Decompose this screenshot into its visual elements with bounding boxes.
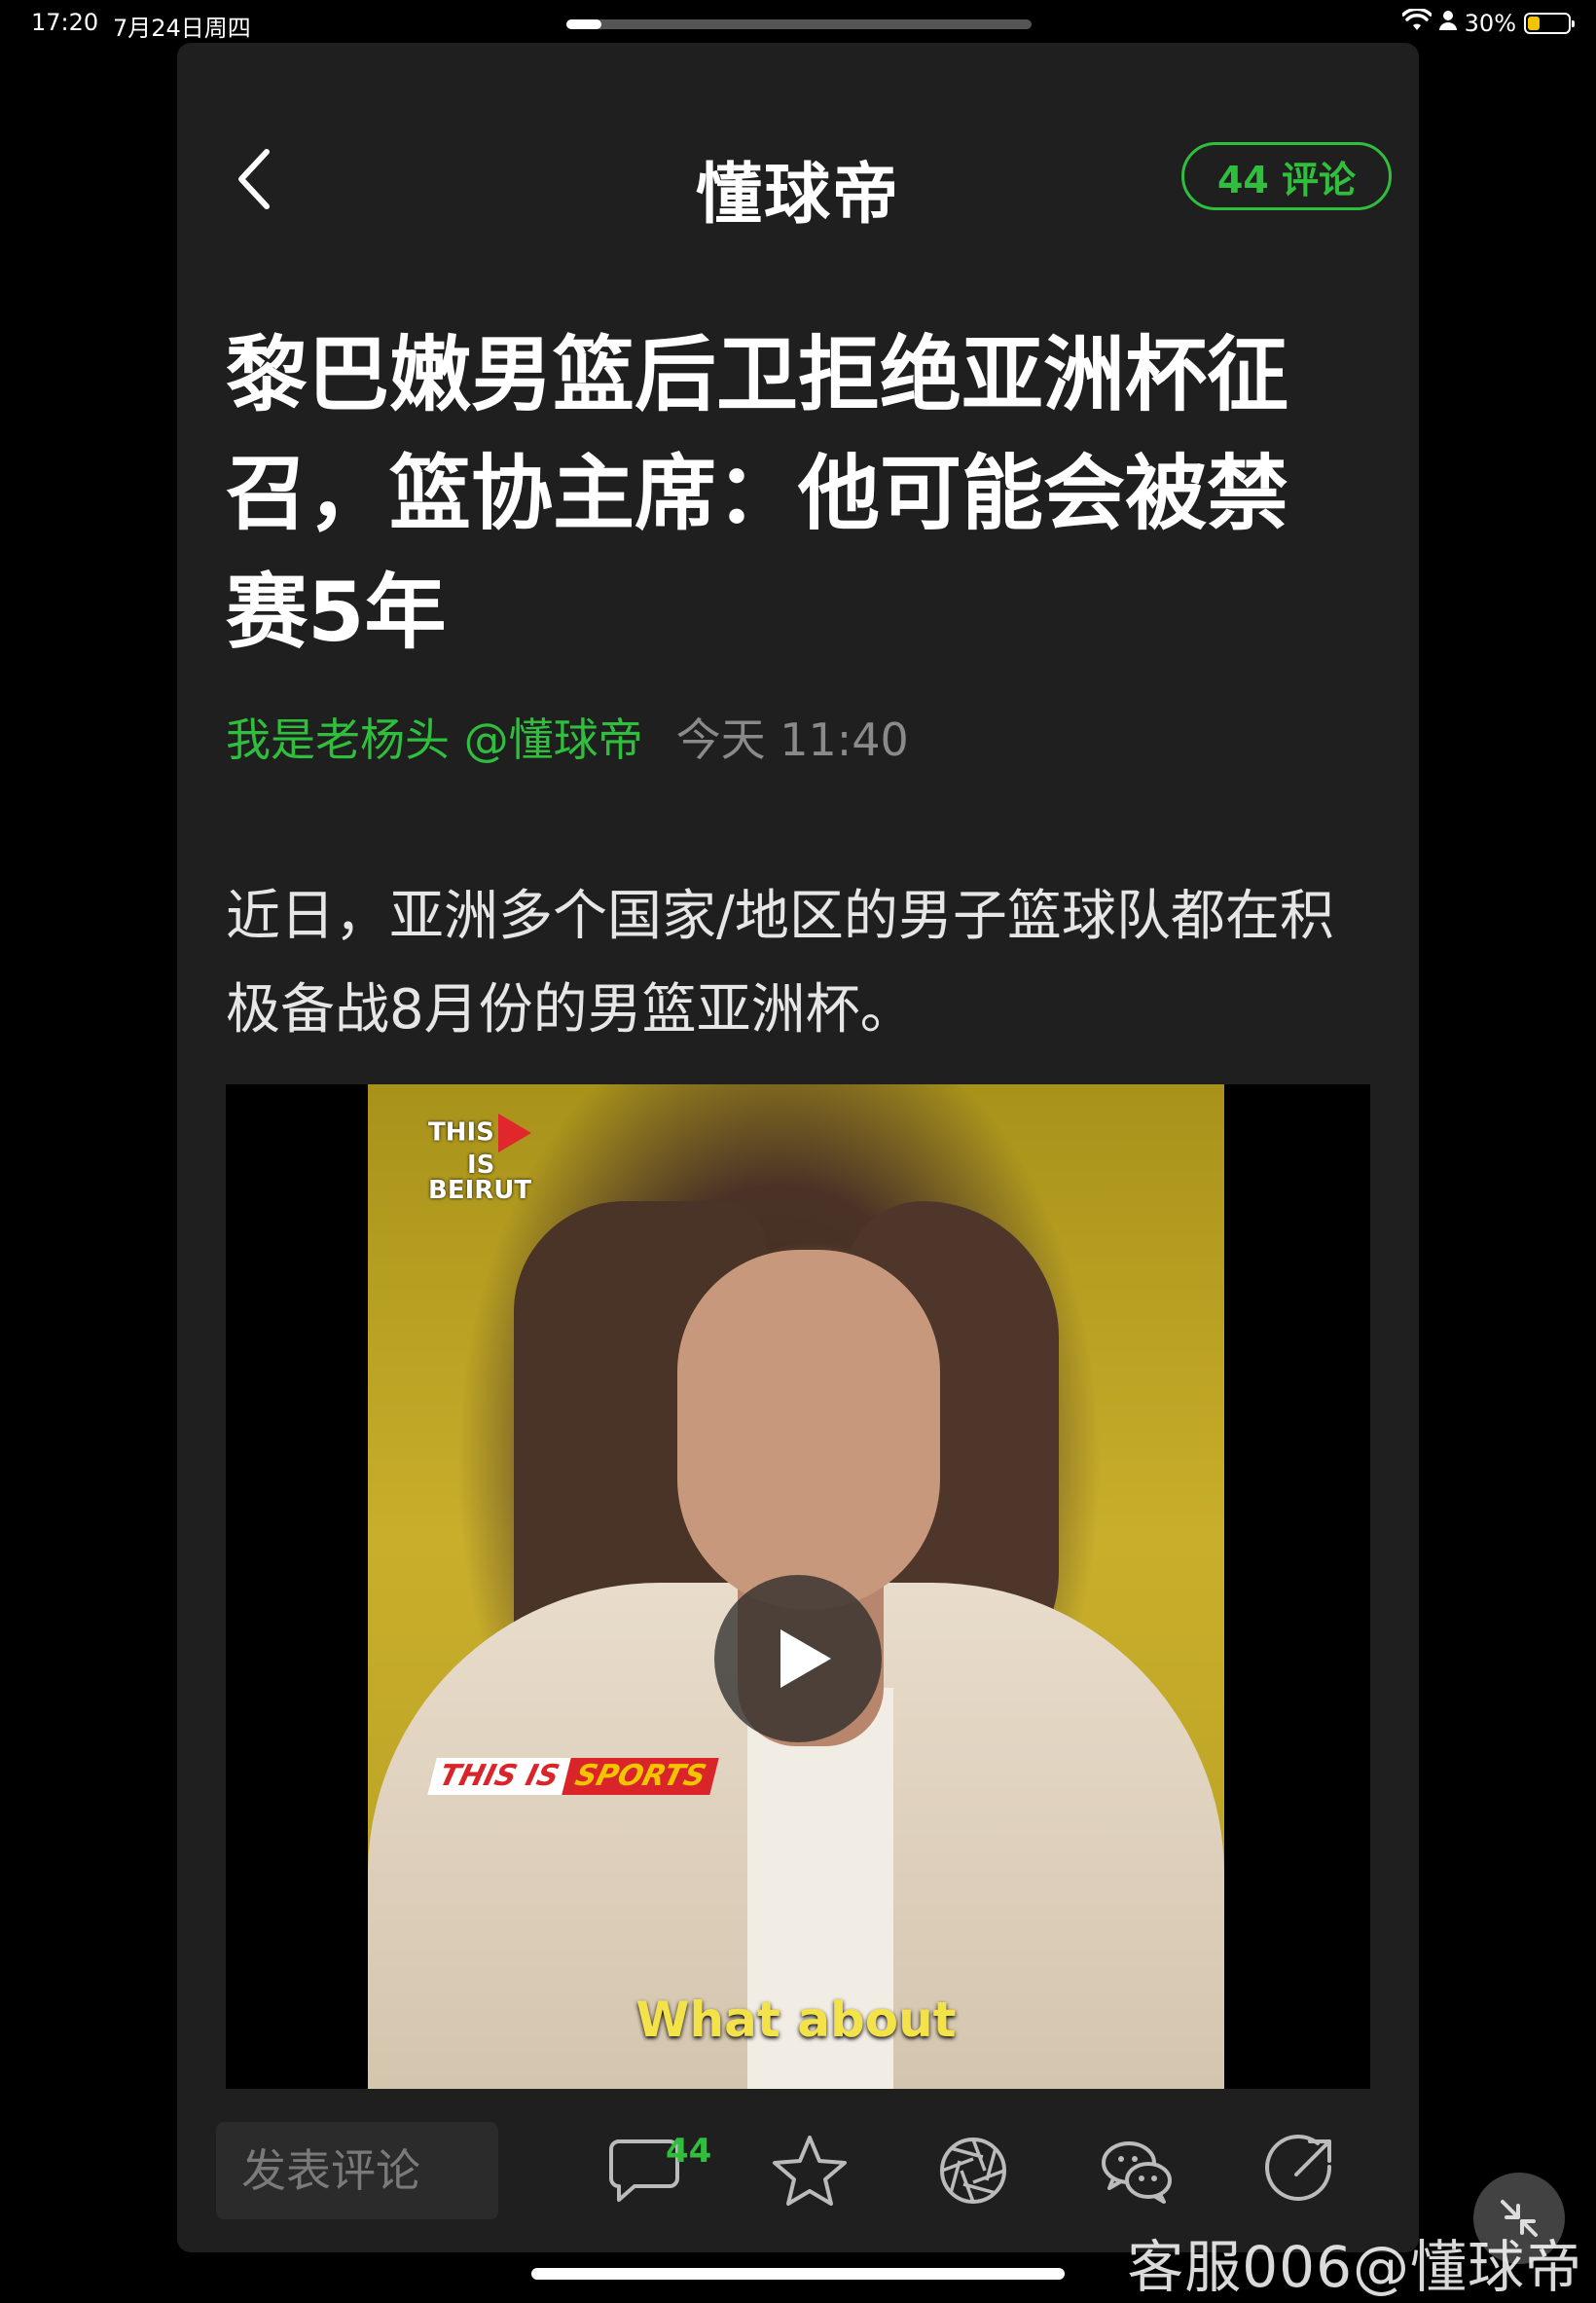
status-date: 7月24日周四 [113,15,251,42]
person-icon [1438,10,1457,37]
star-icon [773,2136,847,2206]
share-arrow-icon [1265,2135,1332,2201]
play-icon [780,1629,831,1688]
status-bar: 17:20 7月24日周四 30% [0,0,1596,47]
publish-time: 今天 11:40 [675,713,909,766]
home-indicator[interactable] [531,2268,1065,2280]
favorite-button[interactable] [771,2132,849,2210]
nav-bar: 懂球帝 44 评论 [177,136,1419,234]
multitasking-indicator[interactable] [566,19,1032,29]
article-title: 黎巴嫩男篮后卫拒绝亚洲杯征召，篮协主席：他可能会被禁赛5年 [226,327,1289,660]
video-subtitle: What about [635,1992,957,2048]
article-paragraph: 近日，亚洲多个国家/地区的男子篮球队都在积极备战8月份的男篮亚洲杯。 [226,885,1334,1042]
watermark: 客服006@懂球帝 [1127,2234,1582,2300]
wechat-share-button[interactable] [1098,2132,1176,2210]
comment-input[interactable] [216,2122,498,2219]
video-player[interactable]: THIS IS BEIRUT THIS IS SPORTS What about [226,1084,1370,2089]
share-button[interactable] [1261,2132,1339,2210]
author-link[interactable]: 我是老杨头 @懂球帝 [226,713,643,766]
status-time: 17:20 [31,9,99,36]
battery-icon [1524,13,1575,34]
moments-share-button[interactable] [934,2132,1012,2210]
battery-percent: 30% [1464,10,1516,37]
this-is-beirut-logo: THIS IS BEIRUT [428,1114,531,1203]
wifi-icon [1400,7,1433,38]
comments-count-button[interactable]: 44 评论 [1181,142,1392,210]
app-panel: 懂球帝 44 评论 黎巴嫩男篮后卫拒绝亚洲杯征召，篮协主席：他可能会被禁赛5年 … [177,43,1419,2252]
play-button[interactable] [714,1575,882,1742]
comment-count-badge: 44 [666,2132,712,2171]
camera-shutter-icon [940,2138,1006,2204]
status-icons: 30% [1400,7,1575,39]
this-is-sports-tag: THIS IS SPORTS [427,1758,720,1795]
byline: 我是老杨头 @懂球帝 今天 11:40 [226,705,909,769]
wechat-icon [1102,2141,1172,2204]
